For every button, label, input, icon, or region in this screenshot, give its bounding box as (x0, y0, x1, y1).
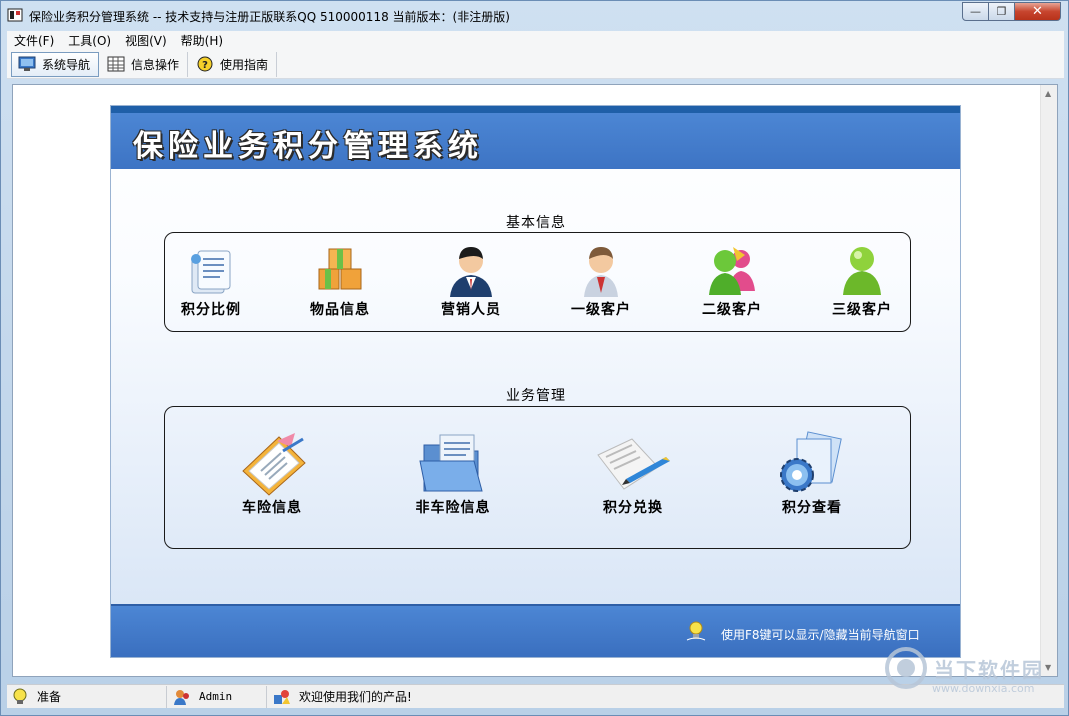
business-heading: 业务管理 (506, 388, 566, 404)
status-ready: 准备 (7, 685, 167, 708)
watermark-url: www.downxia.com (932, 682, 1035, 695)
svg-text:?: ? (202, 60, 208, 71)
user-group-icon (709, 247, 755, 295)
level3-customer-label: 三级客户 (832, 302, 892, 318)
app-window: 保险业务积分管理系统 -- 技术支持与注册正版联系QQ 510000118 当前… (0, 0, 1069, 716)
menu-help[interactable]: 帮助(H) (174, 32, 230, 49)
level1-customer-label: 一级客户 (571, 302, 631, 318)
window-title: 保险业务积分管理系统 -- 技术支持与注册正版联系QQ 510000118 当前… (29, 10, 510, 24)
scroll-up-icon[interactable]: ▲ (1045, 89, 1051, 98)
menu-tools[interactable]: 工具(O) (61, 32, 118, 49)
monitor-icon (18, 56, 36, 71)
gear-document-icon (780, 431, 842, 492)
hint-text: 使用F8键可以显示/隐藏当前导航窗口 (721, 628, 920, 642)
restore-button[interactable]: ❐ (989, 2, 1015, 21)
goods-info-label: 物品信息 (310, 302, 370, 318)
user-guide-button[interactable]: ? 使用指南 (190, 51, 278, 77)
level3-customer-button[interactable]: 三级客户 (826, 241, 898, 319)
sales-staff-button[interactable]: 营销人员 (435, 241, 507, 319)
non-auto-insurance-button[interactable]: 非车险信息 (403, 431, 503, 517)
content-area: ▲ ▼ 保险业务积分管理系统 基本信息 积分比例 物品信息 营销人员 一级客户 … (12, 84, 1058, 677)
points-exchange-label: 积分兑换 (603, 500, 663, 516)
watermark-text: 当下软件园 (934, 657, 1044, 682)
scroll-down-icon[interactable]: ▼ (1045, 663, 1051, 672)
watermark-logo-icon (885, 647, 927, 689)
status-ready-text: 准备 (37, 690, 62, 704)
help-icon: ? (197, 56, 213, 72)
menu-view[interactable]: 视图(V) (118, 32, 174, 49)
customer-icon (584, 247, 618, 297)
info-ops-label: 信息操作 (131, 57, 180, 72)
app-icon (7, 8, 23, 22)
level2-customer-button[interactable]: 二级客户 (696, 241, 768, 319)
menu-file[interactable]: 文件(F) (7, 32, 61, 49)
banner: 保险业务积分管理系统 (111, 113, 960, 169)
window-controls: — ❐ ✕ (962, 2, 1061, 21)
auto-insurance-button[interactable]: 车险信息 (227, 431, 317, 517)
status-welcome-text: 欢迎使用我们的产品! (299, 690, 412, 704)
grid-icon (107, 56, 125, 72)
paper-pen-icon (597, 438, 670, 490)
menu-bar: 文件(F) 工具(O) 视图(V) 帮助(H) (7, 31, 1064, 50)
system-nav-label: 系统导航 (42, 57, 91, 72)
user-status-icon (174, 689, 189, 705)
vertical-scrollbar[interactable]: ▲ ▼ (1040, 85, 1057, 676)
points-query-button[interactable]: 积分查看 (767, 431, 857, 517)
shapes-status-icon (274, 689, 290, 704)
points-ratio-label: 积分比例 (181, 302, 241, 318)
watermark: 当下软件园 www.downxia.com (884, 646, 1044, 695)
points-query-label: 积分查看 (782, 500, 842, 516)
status-user-text: Admin (199, 690, 233, 703)
document-stack-icon (191, 250, 231, 294)
level2-customer-label: 二级客户 (702, 302, 762, 318)
panel-top-border (111, 106, 960, 113)
bulb-status-icon (13, 688, 27, 704)
banner-title: 保险业务积分管理系统 (133, 129, 483, 164)
toolbar: 系统导航 信息操作 ? 使用指南 (7, 50, 1064, 79)
info-ops-button[interactable]: 信息操作 (101, 51, 189, 77)
salesman-icon (450, 247, 492, 297)
status-welcome: 欢迎使用我们的产品! (267, 686, 567, 708)
basic-info-group: 积分比例 物品信息 营销人员 一级客户 二级客户 三级客户 (164, 232, 911, 332)
business-group: 车险信息 非车险信息 积分兑换 积分查看 (164, 406, 911, 549)
sales-staff-label: 营销人员 (441, 302, 501, 318)
minimize-button[interactable]: — (962, 2, 989, 21)
boxes-icon (318, 248, 362, 290)
navigation-panel: 保险业务积分管理系统 基本信息 积分比例 物品信息 营销人员 一级客户 二级客户… (110, 105, 961, 658)
goods-info-button[interactable]: 物品信息 (304, 241, 376, 319)
folder-icon (419, 434, 483, 492)
user-icon (843, 247, 881, 295)
clipboard-icon (242, 433, 306, 496)
non-auto-insurance-label: 非车险信息 (415, 500, 491, 516)
title-bar[interactable]: 保险业务积分管理系统 -- 技术支持与注册正版联系QQ 510000118 当前… (1, 1, 1068, 29)
level1-customer-button[interactable]: 一级客户 (565, 241, 637, 319)
user-guide-label: 使用指南 (220, 57, 269, 72)
lightbulb-icon (686, 621, 706, 641)
basic-info-heading: 基本信息 (506, 215, 566, 231)
system-nav-button[interactable]: 系统导航 (11, 51, 100, 77)
close-button[interactable]: ✕ (1015, 2, 1061, 21)
auto-insurance-label: 车险信息 (242, 500, 302, 516)
status-user: Admin (167, 685, 267, 708)
panel-footer: 使用F8键可以显示/隐藏当前导航窗口 (111, 604, 960, 657)
points-exchange-button[interactable]: 积分兑换 (583, 431, 683, 517)
points-ratio-button[interactable]: 积分比例 (175, 241, 247, 319)
